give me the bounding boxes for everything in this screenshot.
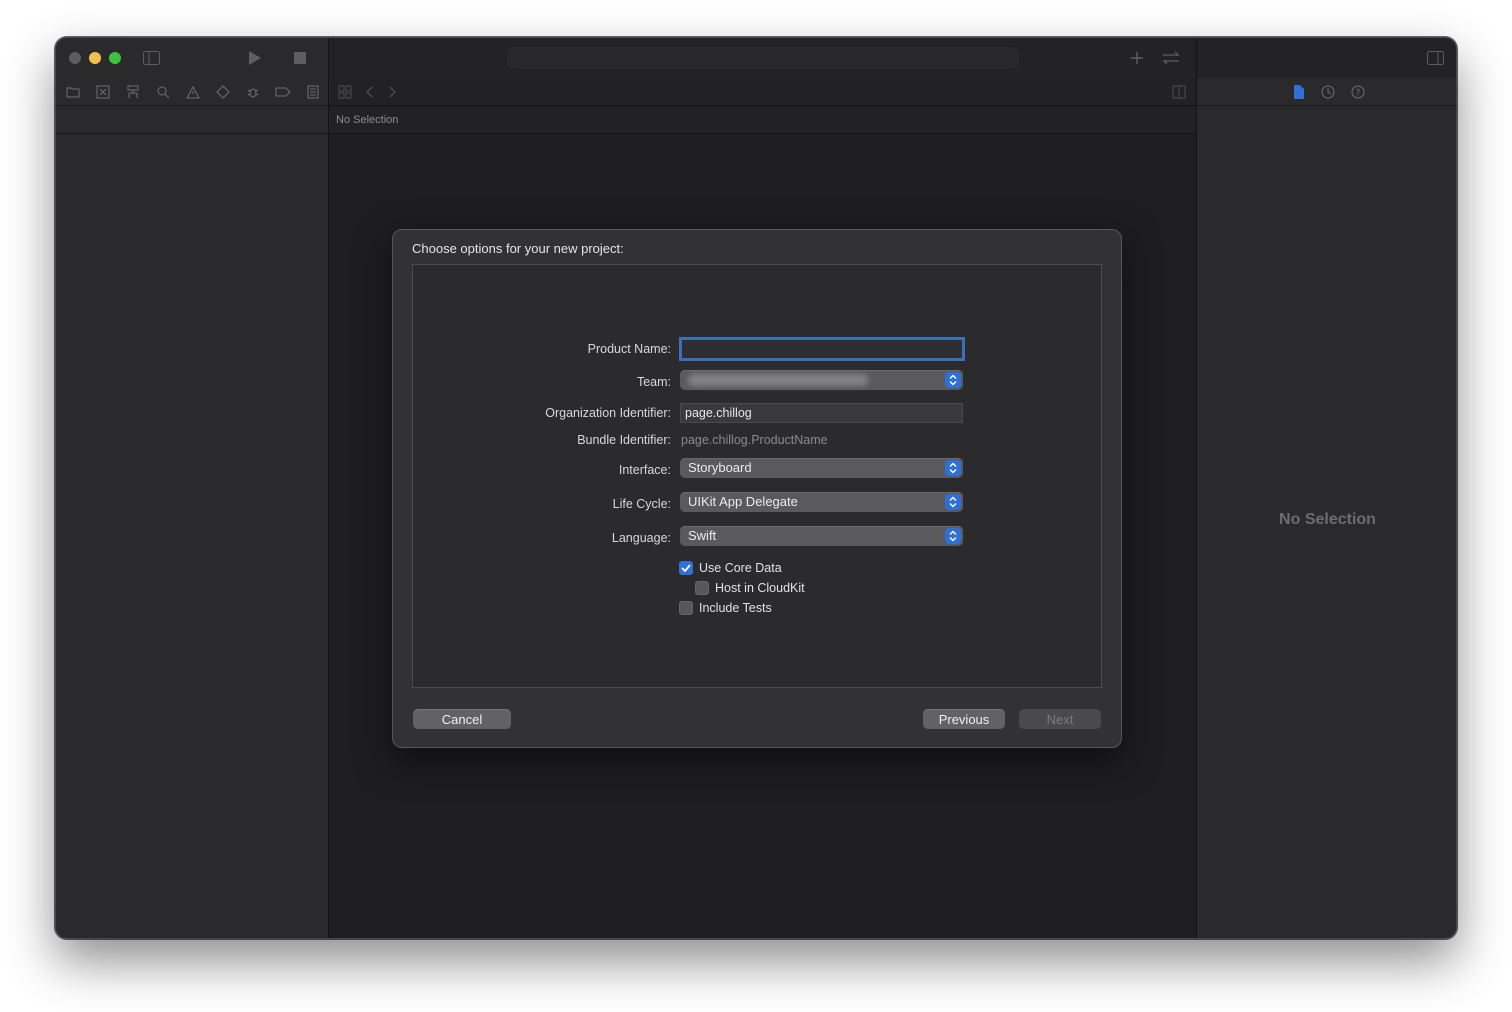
include-tests-checkbox-row[interactable]: Include Tests [679,601,772,615]
debug-icon[interactable] [244,83,262,101]
language-value: Swift [688,528,717,543]
inspector-toggle-icon[interactable] [1425,50,1445,66]
sheet-title: Choose options for your new project: [412,241,624,256]
use-core-data-checkbox[interactable] [679,561,693,575]
previous-button[interactable]: Previous [923,709,1005,729]
source-control-icon[interactable] [94,83,112,101]
stop-icon[interactable] [293,51,307,65]
forward-chevron-icon[interactable] [385,84,399,100]
life-cycle-label: Life Cycle: [612,497,671,511]
breadcrumb: No Selection [329,107,1196,134]
chevron-updown-icon [945,460,961,476]
interface-popup[interactable]: Storyboard [680,458,963,478]
chevron-updown-icon [945,528,961,544]
host-in-cloudkit-checkbox-row[interactable]: Host in CloudKit [695,581,805,595]
window-toolbar-center [329,38,1196,78]
product-name-label: Product Name: [587,342,671,356]
interface-value: Storyboard [688,460,752,475]
navigator-tab-bar [56,78,328,106]
window-toolbar-right [1197,38,1456,78]
team-label: Team: [636,375,671,389]
inspector-area: ? No Selection [1196,38,1456,938]
host-in-cloudkit-label: Host in CloudKit [715,581,805,595]
folder-icon[interactable] [64,83,82,101]
include-tests-label: Include Tests [699,601,772,615]
navigator-area [56,38,329,938]
product-name-field[interactable] [679,337,965,361]
back-chevron-icon[interactable] [363,84,377,100]
code-review-icon[interactable] [1161,50,1181,66]
host-in-cloudkit-checkbox[interactable] [695,581,709,595]
navigator-filter-bar [56,107,328,134]
life-cycle-popup[interactable]: UIKit App Delegate [680,492,963,512]
team-popup[interactable] [680,370,963,390]
bundle-identifier-label: Bundle Identifier: [577,433,671,447]
close-window-button[interactable] [69,52,81,64]
cancel-button[interactable]: Cancel [413,709,511,729]
language-label: Language: [611,531,671,545]
bundle-identifier-value: page.chillog.ProductName [681,433,828,447]
warning-icon[interactable] [184,83,202,101]
svg-text:?: ? [1356,89,1361,99]
include-tests-checkbox[interactable] [679,601,693,615]
use-core-data-checkbox-row[interactable]: Use Core Data [679,561,782,575]
breakpoint-icon[interactable] [274,83,292,101]
xcode-window: No Selection ? No Selection Choose optio… [55,37,1457,939]
related-items-icon[interactable] [337,84,353,100]
language-popup[interactable]: Swift [680,526,963,546]
use-core-data-label: Use Core Data [699,561,782,575]
activity-viewer [507,47,1019,69]
test-icon[interactable] [214,83,232,101]
organization-identifier-field[interactable] [680,403,963,423]
interface-label: Interface: [618,463,671,477]
team-value-redacted [688,374,868,386]
zoom-window-button[interactable] [109,52,121,64]
breadcrumb-label: No Selection [336,114,399,126]
report-icon[interactable] [304,83,322,101]
split-editor-icon[interactable] [1171,84,1187,100]
add-icon[interactable] [1129,50,1145,66]
editor-jump-bar [329,78,1196,106]
new-project-options-sheet: Choose options for your new project: Pro… [392,229,1122,748]
minimize-window-button[interactable] [89,52,101,64]
chevron-updown-icon [945,494,961,510]
sidebar-toggle-icon[interactable] [142,50,160,66]
inspector-tab-bar: ? [1197,78,1456,106]
organization-identifier-label: Organization Identifier: [545,406,671,420]
inspector-empty-state: No Selection [1279,511,1376,528]
checkmark-icon [681,564,691,572]
options-panel: Product Name: Team: Organization Identif… [412,264,1102,688]
life-cycle-value: UIKit App Delegate [688,494,798,509]
history-icon[interactable] [1320,84,1336,100]
window-toolbar-left [56,38,328,78]
symbol-icon[interactable] [124,83,142,101]
file-inspector-icon[interactable] [1290,84,1306,100]
search-icon[interactable] [154,83,172,101]
run-icon[interactable] [246,49,264,67]
next-button[interactable]: Next [1019,709,1101,729]
chevron-updown-icon [945,372,961,388]
help-icon[interactable]: ? [1350,84,1366,100]
